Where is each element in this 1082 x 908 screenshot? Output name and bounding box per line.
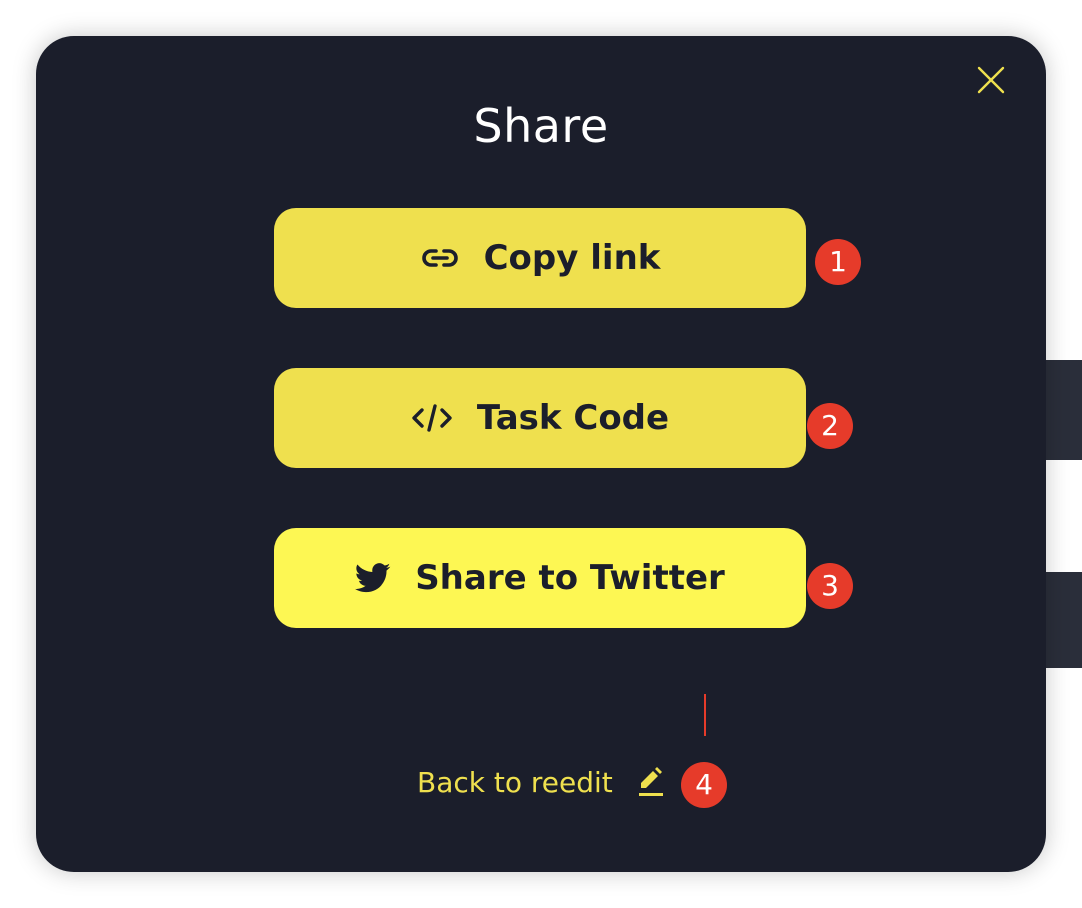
task-code-label: Task Code: [476, 398, 670, 438]
close-icon: [977, 66, 1005, 94]
task-code-button[interactable]: Task Code: [274, 368, 806, 468]
copy-link-button[interactable]: Copy link: [274, 208, 806, 308]
copy-link-label: Copy link: [483, 238, 661, 278]
back-to-reedit-label: Back to reedit: [417, 765, 613, 799]
close-button[interactable]: [975, 64, 1007, 96]
link-icon: [420, 246, 460, 270]
share-twitter-label: Share to Twitter: [415, 558, 725, 598]
annotation-badge-2: 2: [807, 403, 853, 449]
background-fragment: [1046, 360, 1082, 460]
modal-title: Share: [473, 99, 609, 153]
background-fragment: [1046, 572, 1082, 668]
annotation-line: [704, 694, 706, 736]
back-to-reedit-link[interactable]: Back to reedit: [417, 762, 665, 802]
pencil-icon: [637, 766, 665, 798]
annotation-badge-3: 3: [807, 563, 853, 609]
code-icon: [411, 402, 453, 434]
annotation-badge-4: 4: [681, 762, 727, 808]
annotation-badge-1: 1: [815, 239, 861, 285]
twitter-icon: [355, 563, 391, 593]
share-twitter-button[interactable]: Share to Twitter: [274, 528, 806, 628]
share-modal: Share Copy link Task Code Share to Twitt…: [36, 36, 1046, 872]
